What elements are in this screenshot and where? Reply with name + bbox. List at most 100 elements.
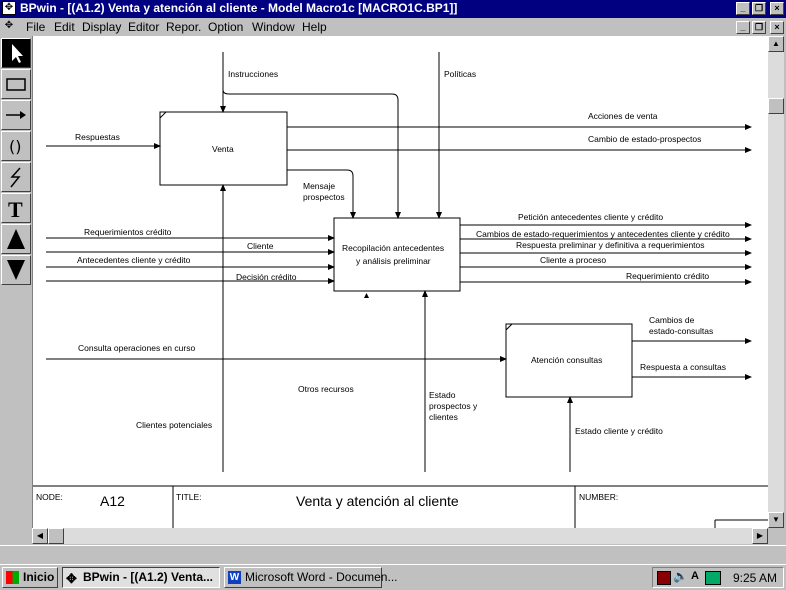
bpwin-app-icon[interactable]: ✥ (2, 1, 16, 15)
taskbar-bpwin[interactable]: ✥ BPwin - [(A1.2) Venta... (62, 567, 220, 588)
status-bar (0, 545, 786, 564)
down-arrow-icon (7, 260, 25, 280)
minimize-button[interactable]: _ (736, 2, 750, 15)
tunnel-tool[interactable]: () (1, 131, 31, 161)
label-cliente: Cliente (247, 241, 274, 251)
document-system-icon[interactable]: ✥ (2, 20, 16, 34)
label-decision-credito: Decisión crédito (236, 272, 297, 282)
label-otros-recursos: Otros recursos (298, 384, 354, 394)
word-task-icon: W (228, 571, 241, 584)
close-button[interactable]: × (770, 2, 784, 15)
scroll-left-button[interactable]: ◀ (32, 528, 48, 544)
title-bar[interactable]: ✥ BPwin - [(A1.2) Venta y atención al cl… (0, 0, 786, 18)
menu-report[interactable]: Repor. (166, 20, 201, 34)
parenthesis-icon: () (9, 137, 21, 156)
label-respuestas: Respuestas (75, 132, 120, 142)
label-mensaje-l1: Mensaje (303, 181, 335, 191)
start-label: Inicio (23, 570, 55, 584)
label-requerimiento-credito: Requerimiento crédito (626, 271, 709, 281)
toolbox: () T (0, 36, 32, 290)
doc-close-button[interactable]: × (770, 21, 784, 34)
taskbar-bpwin-label: BPwin - [(A1.2) Venta... (83, 570, 214, 584)
pointer-icon (12, 44, 23, 63)
bpwin-task-icon: ✥ (66, 571, 77, 586)
arrow-icon (6, 111, 26, 119)
squiggle-icon (10, 167, 21, 188)
up-arrow-icon (7, 229, 25, 249)
horizontal-scrollbar[interactable]: ◀ ▶ (32, 528, 768, 544)
box-recopilacion-label-1: Recopilación antecedentes (342, 243, 444, 253)
label-peticion: Petición antecedentes cliente y crédito (518, 212, 663, 222)
taskbar-word[interactable]: W Microsoft Word - Documen... (224, 567, 397, 588)
label-estado-l2: prospectos y (429, 401, 478, 411)
label-estado-l1: Estado (429, 390, 456, 400)
node-value: A12 (100, 493, 125, 509)
scroll-up-button[interactable]: ▲ (768, 36, 784, 52)
doc-restore-button[interactable]: ❐ (752, 21, 766, 34)
number-label: NUMBER: (579, 492, 618, 502)
box-atencion-label: Atención consultas (531, 355, 602, 365)
monitor-icon[interactable] (705, 571, 721, 585)
pointer-tool[interactable] (1, 38, 31, 68)
window-title: BPwin - [(A1.2) Venta y atención al clie… (20, 1, 458, 15)
system-tray: 🔈 A 9:25 AM (652, 567, 784, 588)
network-icon[interactable] (657, 571, 671, 585)
taskbar-word-label: Microsoft Word - Documen... (245, 570, 398, 584)
keyboard-icon[interactable]: A (691, 570, 699, 582)
vertical-scroll-thumb[interactable] (768, 98, 784, 114)
scroll-corner (768, 528, 784, 544)
label-instrucciones: Instrucciones (228, 69, 278, 79)
arrow-tool[interactable] (1, 100, 31, 130)
menu-window[interactable]: Window (252, 20, 295, 34)
label-cliente-proceso: Cliente a proceso (540, 255, 606, 265)
go-down-tool[interactable] (1, 255, 31, 285)
title-label: TITLE: (176, 492, 202, 502)
doc-minimize-button[interactable]: _ (736, 21, 750, 34)
box-recopilacion-label-2: y análisis preliminar (356, 256, 431, 266)
svg-text:T: T (8, 197, 23, 222)
label-respuesta-consultas: Respuesta a consultas (640, 362, 726, 372)
text-icon: T (8, 197, 23, 222)
label-mensaje-l2: prospectos (303, 192, 345, 202)
menu-editor[interactable]: Editor (128, 20, 159, 34)
label-politicas: Políticas (444, 69, 476, 79)
vertical-scrollbar[interactable]: ▲ ▼ (768, 36, 784, 528)
node-label: NODE: (36, 492, 63, 502)
label-estado-l3: clientes (429, 412, 458, 422)
svg-text:(): () (9, 137, 21, 156)
windows-logo-icon (6, 571, 19, 584)
label-cambio-estado-prospectos: Cambio de estado-prospectos (588, 134, 701, 144)
menu-help[interactable]: Help (302, 20, 327, 34)
box-tool[interactable] (1, 69, 31, 99)
menu-option[interactable]: Option (208, 20, 243, 34)
label-cambios-consultas-l2: estado-consultas (649, 326, 713, 336)
scroll-right-button[interactable]: ▶ (752, 528, 768, 544)
menu-bar: ✥ File Edit Display Editor Repor. Option… (0, 18, 786, 36)
diagram-title: Venta y atención al cliente (296, 493, 459, 509)
clock[interactable]: 9:25 AM (733, 571, 777, 585)
go-up-tool[interactable] (1, 224, 31, 254)
label-requerimientos-credito: Requerimientos crédito (84, 227, 172, 237)
diagram-canvas[interactable]: Instrucciones Políticas Respuestas Venta… (32, 36, 769, 528)
horizontal-scroll-thumb[interactable] (48, 528, 64, 544)
menu-file[interactable]: File (26, 20, 45, 34)
start-button[interactable]: Inicio (2, 567, 58, 588)
speaker-icon[interactable]: 🔈 (673, 569, 688, 583)
label-acciones-venta: Acciones de venta (588, 111, 658, 121)
box-recopilacion[interactable] (333, 217, 461, 292)
label-estado-cliente-credito: Estado cliente y crédito (575, 426, 663, 436)
taskbar: Inicio ✥ BPwin - [(A1.2) Venta... W Micr… (0, 564, 786, 590)
label-respuesta-preliminar: Respuesta preliminar y definitiva a requ… (516, 240, 705, 250)
idef0-diagram: Instrucciones Políticas Respuestas Venta… (33, 52, 769, 528)
text-tool[interactable]: T (1, 193, 31, 223)
label-consulta-operaciones: Consulta operaciones en curso (78, 343, 195, 353)
squiggle-tool[interactable] (1, 162, 31, 192)
box-venta-label: Venta (212, 144, 234, 154)
menu-display[interactable]: Display (82, 20, 121, 34)
scroll-down-button[interactable]: ▼ (768, 512, 784, 528)
box-icon (6, 78, 26, 91)
label-cambios-estado-req: Cambios de estado-requerimientos y antec… (476, 229, 730, 239)
menu-edit[interactable]: Edit (54, 20, 75, 34)
label-clientes-potenciales: Clientes potenciales (136, 420, 212, 430)
restore-button[interactable]: ❐ (752, 2, 766, 15)
